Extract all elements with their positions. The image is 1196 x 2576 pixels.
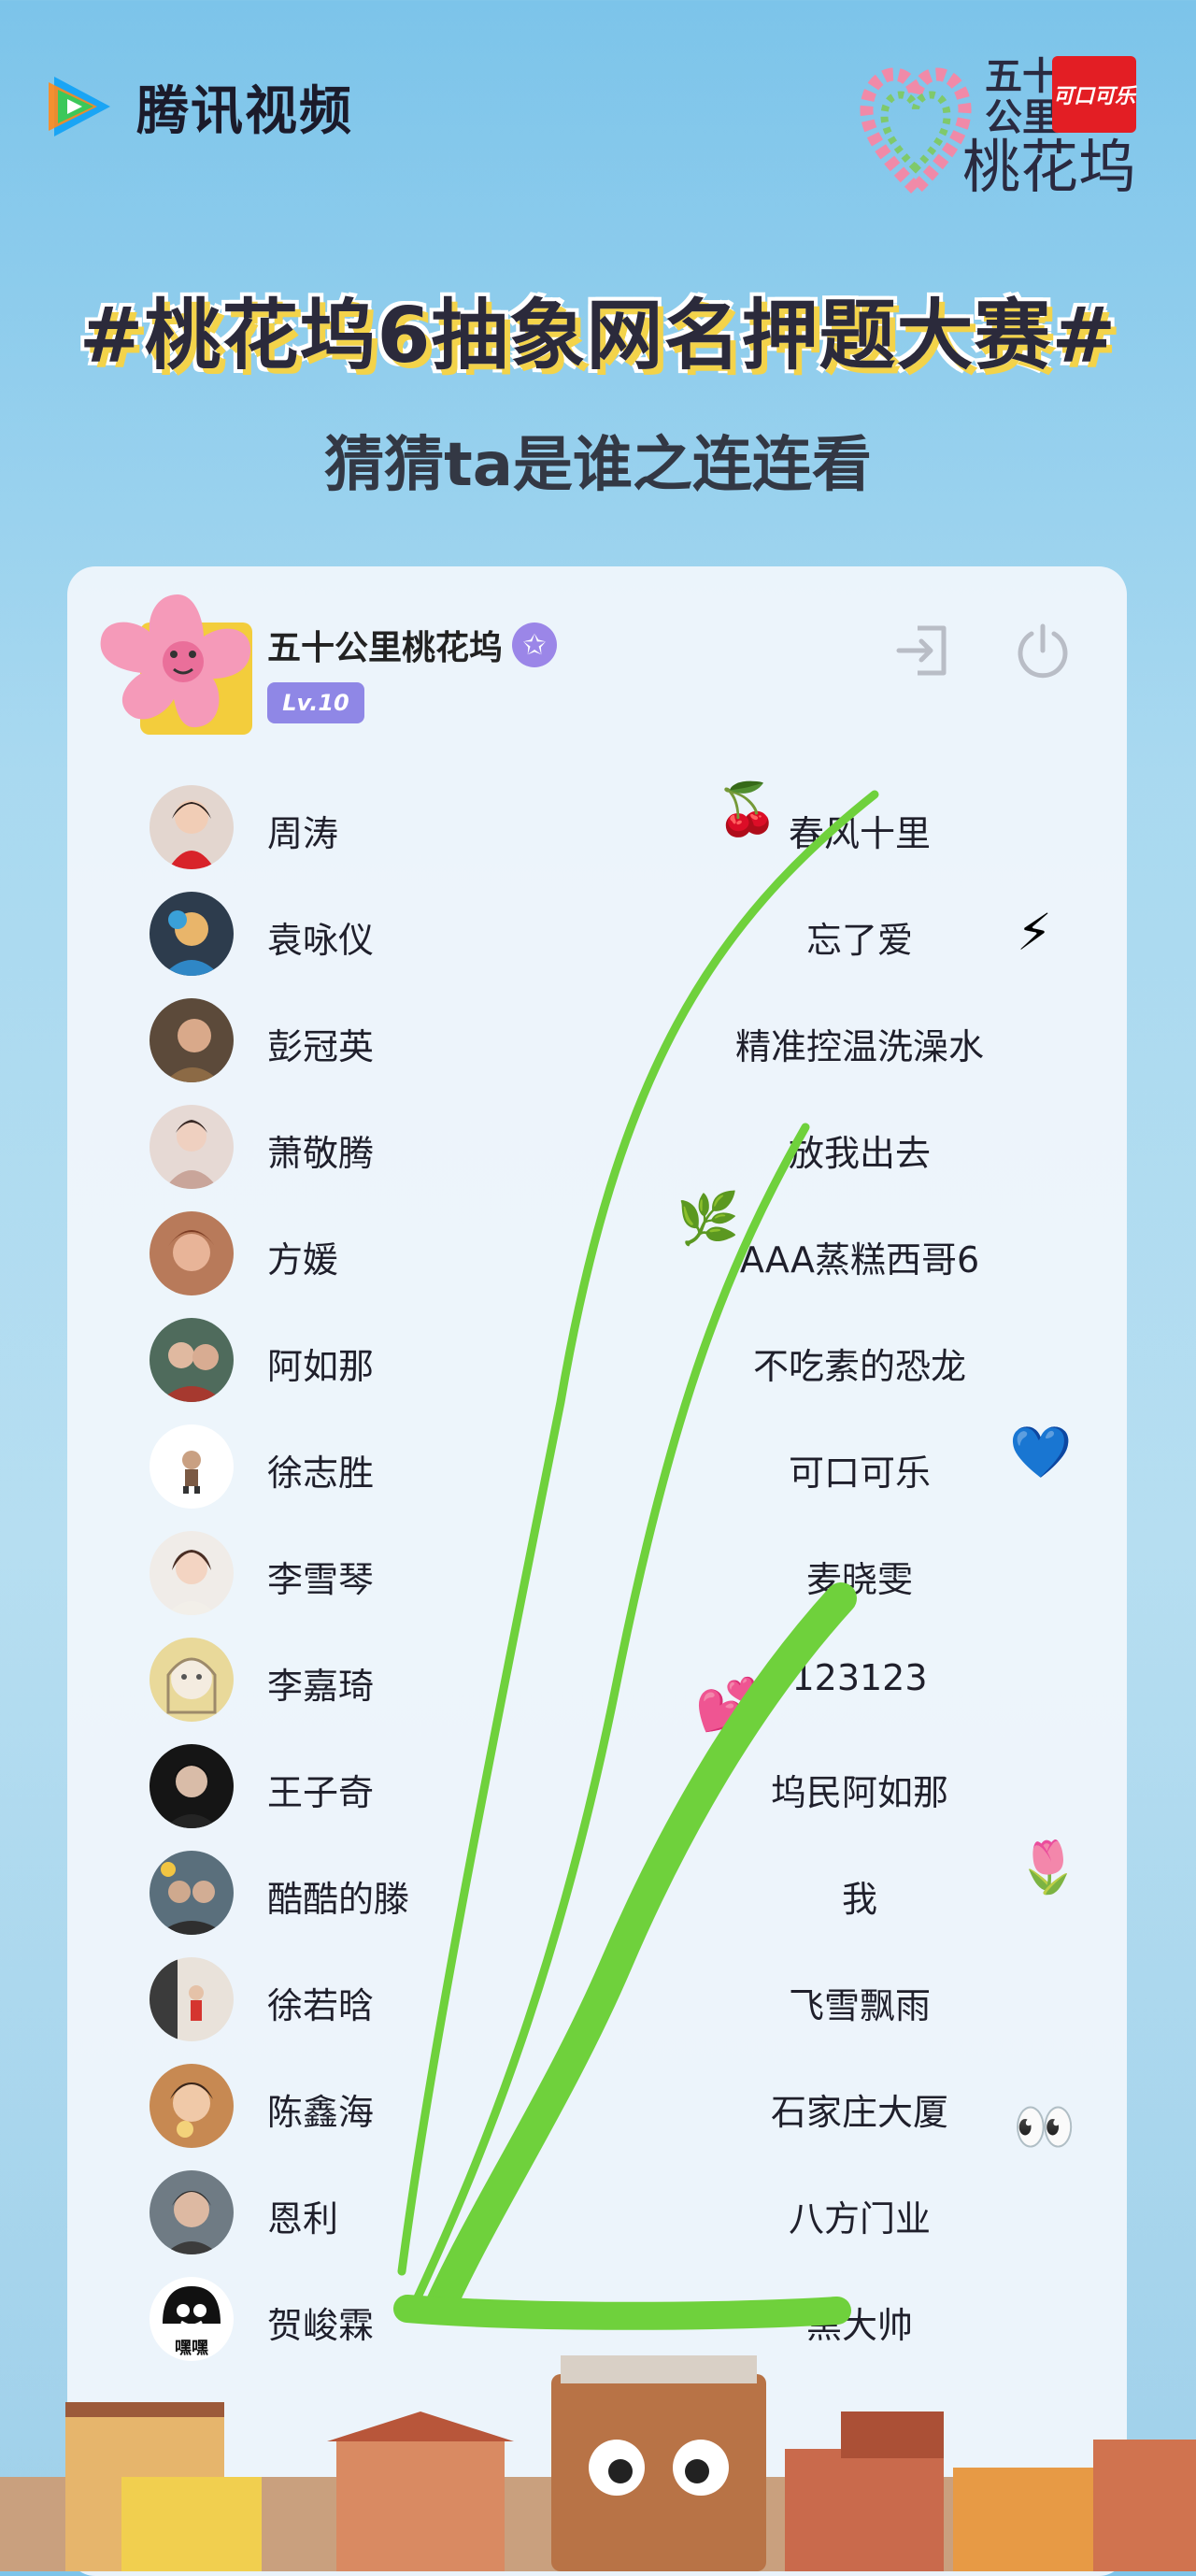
page-title: #桃花坞6抽象网名押题大赛# (78, 292, 1118, 380)
person-name: 袁咏仪 (267, 920, 375, 961)
power-icon[interactable] (1013, 621, 1073, 680)
person-name: 酷酷的滕 (267, 1879, 410, 1920)
nickname: 黑大帅 (805, 2305, 913, 2346)
avatar[interactable] (150, 1957, 234, 2041)
list-row: 萧敬腾 放我出去 (150, 1100, 1084, 1194)
show-brand-logo: 五十 公里 可口可乐 桃花坞 (860, 50, 1140, 219)
nickname: 放我出去 (788, 1133, 931, 1174)
list-row: 彭冠英 精准控温洗澡水 (150, 994, 1084, 1087)
person-name: 徐志胜 (267, 1453, 375, 1494)
avatar[interactable] (150, 2064, 234, 2148)
nickname: 可口可乐 (788, 1453, 931, 1494)
heart-wreath-icon (860, 67, 972, 198)
person-name: 萧敬腾 (267, 1133, 375, 1174)
nickname: 不吃素的恐龙 (752, 1346, 966, 1387)
avatar[interactable] (150, 1744, 234, 1828)
brand-line1: 五十 公里 (985, 55, 1060, 139)
two-hearts-icon: 💕 (695, 1675, 759, 1734)
profile-name: 五十公里桃花坞 (267, 629, 504, 667)
nickname: 坞民阿如那 (770, 1772, 948, 1813)
nickname: 石家庄大厦 (770, 2092, 948, 2133)
page-subtitle: 猜猜ta是谁之连连看 (324, 431, 872, 500)
cherry-icon: 🍒 (716, 780, 779, 838)
person-name: 方媛 (267, 1239, 339, 1281)
person-name: 贺峻霖 (267, 2305, 375, 2346)
person-name: 李嘉琦 (267, 1666, 375, 1707)
avatar[interactable]: 嘿嘿 (150, 2277, 234, 2361)
person-name: 王子奇 (267, 1772, 375, 1813)
coca-cola-logo: 可口可乐 (1052, 56, 1136, 133)
town-illustration (0, 2355, 1196, 2571)
list-row: 恩利 八方门业 (150, 2166, 1084, 2259)
list-row: 嘿嘿 贺峻霖 黑大帅 (150, 2272, 1084, 2366)
tencent-video-icon (41, 67, 120, 146)
avatar[interactable] (150, 1851, 234, 1935)
list-row: 周涛 春风十里 (150, 780, 1084, 874)
avatar[interactable] (150, 1424, 234, 1509)
nickname: 忘了爱 (805, 920, 913, 961)
brand-line2: 桃花坞 (962, 133, 1137, 201)
avatar[interactable] (150, 2170, 234, 2254)
list-row: 李雪琴 麦晓雯 (150, 1526, 1084, 1620)
person-name: 周涛 (267, 813, 339, 854)
person-name: 陈鑫海 (267, 2092, 375, 2133)
level-badge: Lv.10 (267, 682, 364, 723)
nickname: 八方门业 (788, 2198, 931, 2240)
nickname: 飞雪飘雨 (788, 1985, 931, 2026)
list-row: 酷酷的滕 我 (150, 1846, 1084, 1939)
list-row: 陈鑫海 石家庄大厦 (150, 2059, 1084, 2153)
list-row: 王子奇 坞民阿如那 (150, 1739, 1084, 1833)
logout-icon[interactable] (893, 621, 953, 680)
list-row: 徐志胜 可口可乐 (150, 1420, 1084, 1513)
person-name: 阿如那 (267, 1346, 375, 1387)
list-row: 李嘉琦 123123 (150, 1633, 1084, 1726)
blue-heart-icon: 💙 (1009, 1423, 1073, 1481)
list-row: 阿如那 不吃素的恐龙 (150, 1313, 1084, 1407)
avatar[interactable] (150, 1105, 234, 1189)
nickname: 麦晓雯 (805, 1559, 913, 1600)
app-name: 腾讯视频 (136, 80, 353, 142)
nickname: 精准控温洗澡水 (734, 1026, 984, 1067)
profile-avatar[interactable] (93, 585, 258, 744)
list-row: 徐若晗 飞雪飘雨 (150, 1953, 1084, 2046)
herb-icon: 🌿 (676, 1189, 740, 1248)
eyes-icon: 👀 (1013, 2097, 1076, 2156)
nickname: 我 (841, 1879, 877, 1920)
avatar[interactable] (150, 998, 234, 1082)
person-name: 徐若晗 (267, 1985, 375, 2026)
tencent-video-logo: 腾讯视频 (41, 67, 353, 146)
avatar[interactable] (150, 892, 234, 976)
star-badge-icon: ✩ (512, 623, 558, 667)
avatar[interactable] (150, 785, 234, 869)
lightning-icon: ⚡ (1017, 903, 1052, 962)
person-name: 彭冠英 (267, 1026, 375, 1067)
list-row: 袁咏仪 忘了爱 (150, 887, 1084, 980)
avatar[interactable] (150, 1211, 234, 1295)
tulip-icon: 🌷 (1017, 1838, 1080, 1896)
list-row: 方媛 AAA蒸糕西哥6 (150, 1207, 1084, 1300)
avatar[interactable] (150, 1531, 234, 1615)
profile-name-row: 五十公里桃花坞 ✩ (267, 621, 558, 669)
person-name: 李雪琴 (267, 1559, 375, 1600)
avatar[interactable] (150, 1638, 234, 1722)
person-name: 恩利 (267, 2198, 339, 2240)
avatar[interactable] (150, 1318, 234, 1402)
